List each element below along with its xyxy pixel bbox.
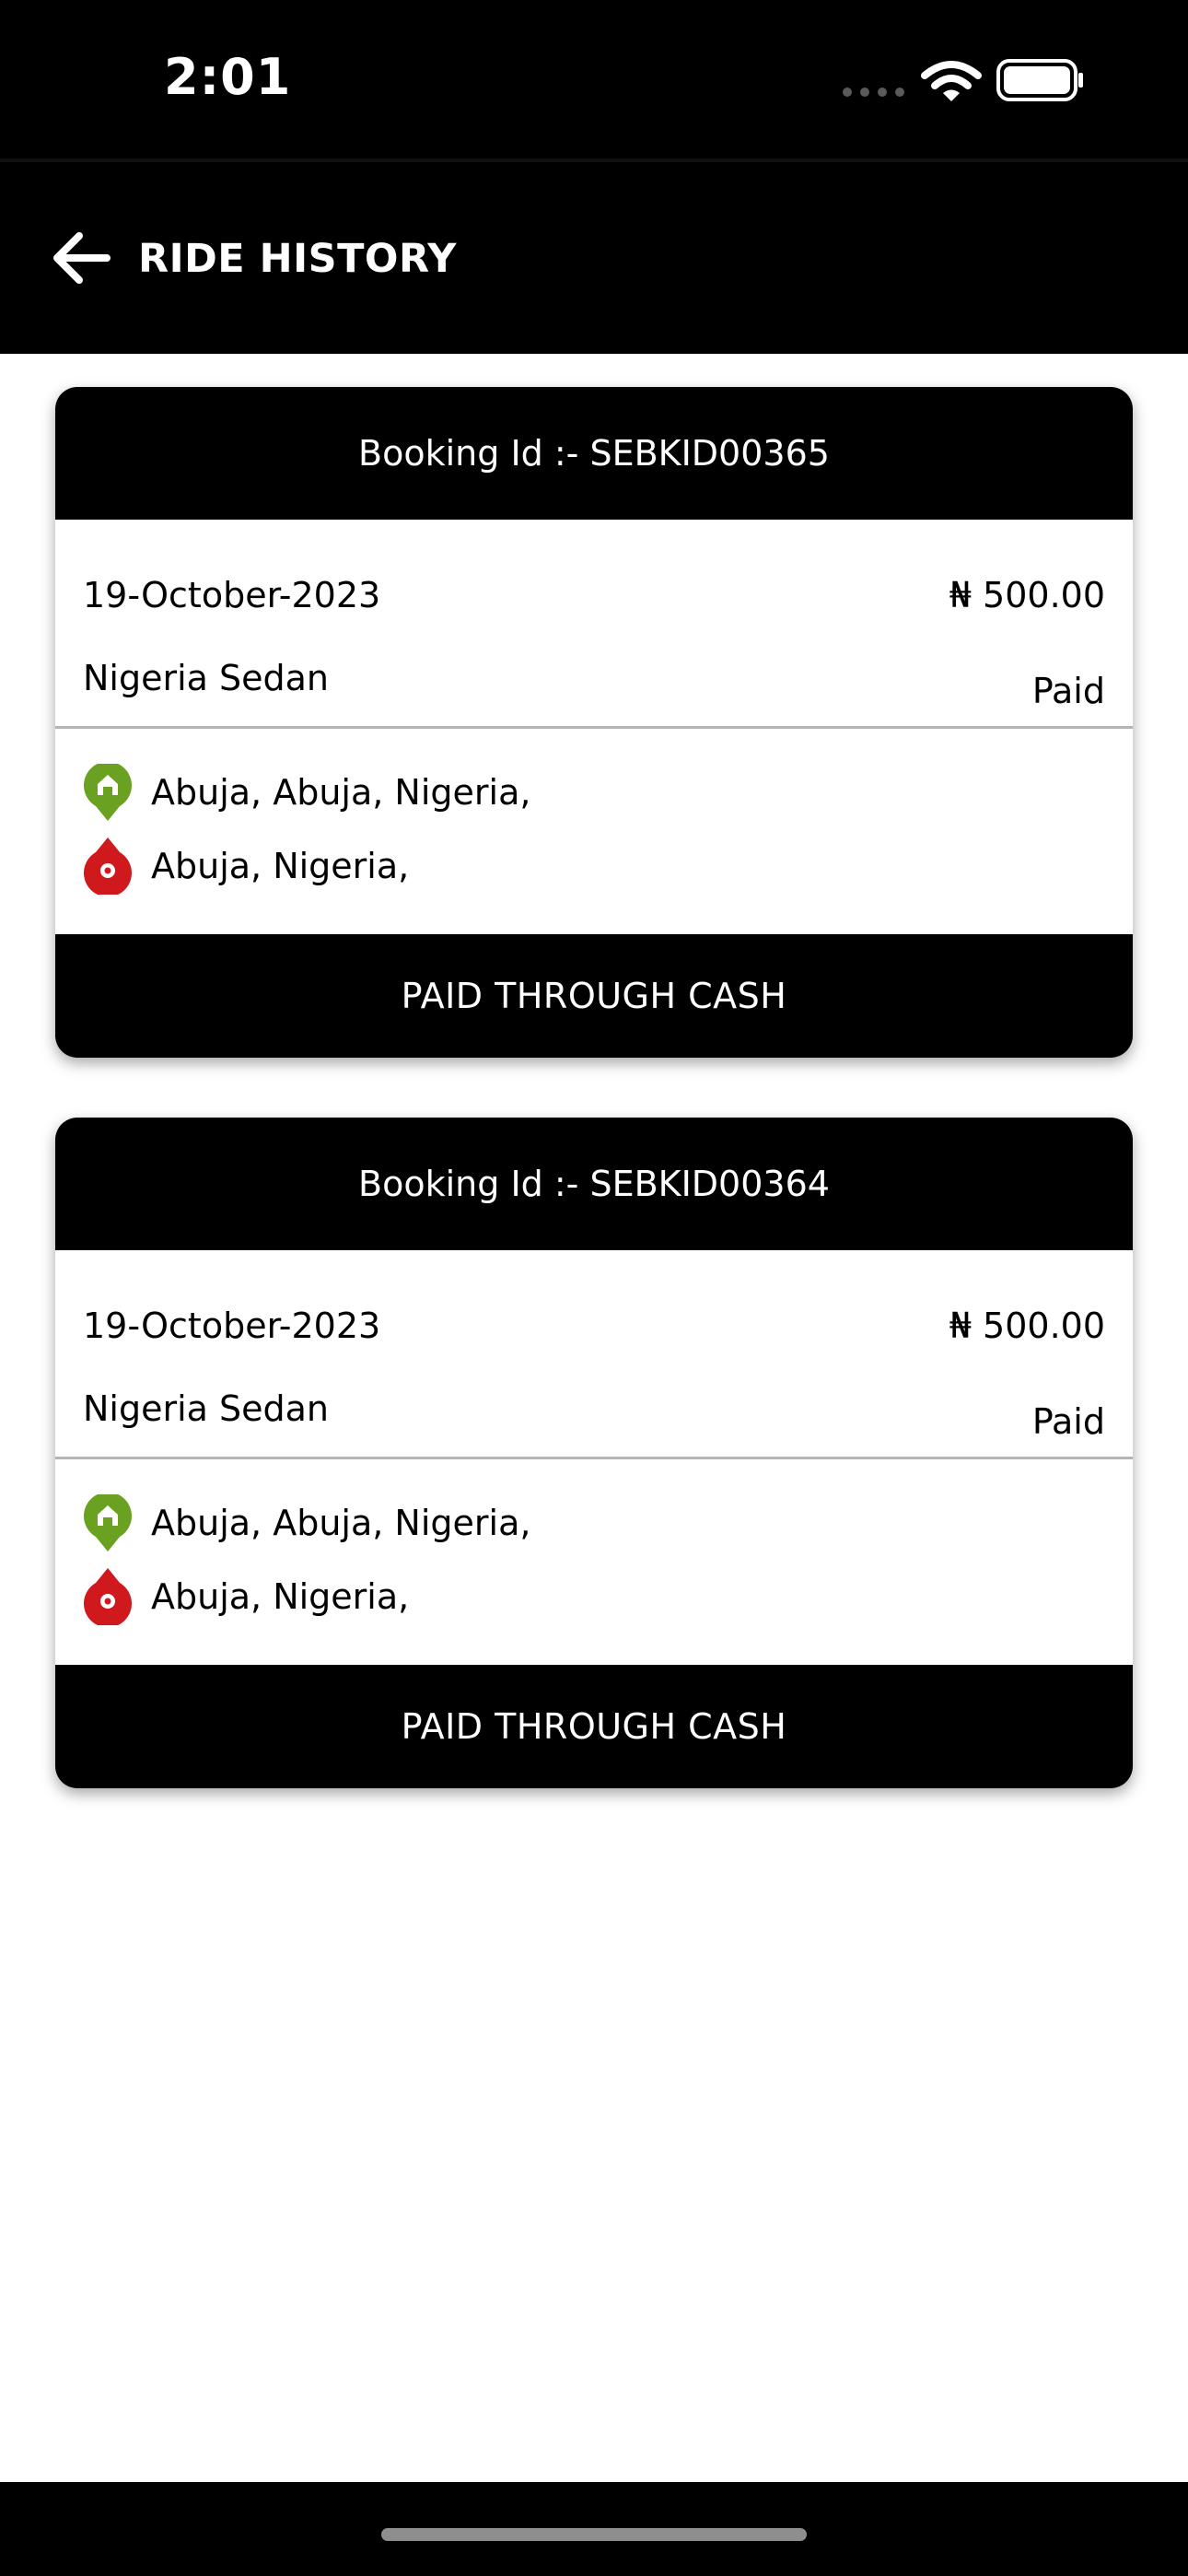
drop-pin-icon [84, 837, 132, 895]
ride-card[interactable]: Booking Id :- SEBKID00364 19-October-202… [55, 1118, 1133, 1788]
payment-method-label: PAID THROUGH CASH [401, 1706, 787, 1747]
ride-date: 19-October-2023 [83, 575, 381, 615]
ride-vehicle: Nigeria Sedan [83, 1388, 330, 1429]
payment-status-bar[interactable]: PAID THROUGH CASH [55, 1665, 1133, 1788]
page-title: RIDE HISTORY [138, 236, 457, 282]
ride-card[interactable]: Booking Id :- SEBKID00365 19-October-202… [55, 387, 1133, 1058]
pickup-address: Abuja, Abuja, Nigeria, [151, 1503, 531, 1543]
ride-card-header: Booking Id :- SEBKID00365 [55, 387, 1133, 520]
ride-vehicle: Nigeria Sedan [83, 658, 330, 698]
pickup-pin-icon [84, 764, 132, 821]
signal-dots-icon [843, 88, 904, 97]
pickup-location: Abuja, Abuja, Nigeria, [83, 763, 530, 822]
card-divider [55, 1457, 1133, 1459]
drop-location: Abuja, Nigeria, [83, 837, 409, 896]
bottom-bar [0, 2482, 1188, 2576]
status-bar: 2:01 [0, 0, 1188, 158]
app-header: RIDE HISTORY [0, 158, 1188, 354]
arrow-left-icon [53, 232, 111, 284]
drop-location: Abuja, Nigeria, [83, 1567, 409, 1626]
ride-date: 19-October-2023 [83, 1306, 381, 1346]
drop-address: Abuja, Nigeria, [151, 1576, 410, 1617]
drop-pin-icon [84, 1568, 132, 1625]
ride-status: Paid [1031, 1401, 1105, 1442]
ride-amount: ₦ 500.00 [949, 1306, 1105, 1346]
pickup-address: Abuja, Abuja, Nigeria, [151, 772, 531, 813]
status-time: 2:01 [164, 48, 292, 106]
card-divider [55, 726, 1133, 729]
booking-id: Booking Id :- SEBKID00365 [358, 433, 830, 474]
drop-address: Abuja, Nigeria, [151, 846, 410, 886]
payment-method-label: PAID THROUGH CASH [401, 976, 787, 1016]
battery-icon [996, 59, 1083, 101]
ride-status: Paid [1031, 671, 1105, 711]
ride-card-header: Booking Id :- SEBKID00364 [55, 1118, 1133, 1250]
pickup-location: Abuja, Abuja, Nigeria, [83, 1493, 530, 1552]
pickup-pin-icon [84, 1494, 132, 1551]
wifi-icon [921, 61, 982, 101]
home-indicator[interactable] [381, 2528, 807, 2541]
booking-id: Booking Id :- SEBKID00364 [358, 1164, 830, 1204]
ride-amount: ₦ 500.00 [949, 575, 1105, 615]
back-button[interactable] [48, 228, 114, 287]
payment-status-bar[interactable]: PAID THROUGH CASH [55, 934, 1133, 1058]
